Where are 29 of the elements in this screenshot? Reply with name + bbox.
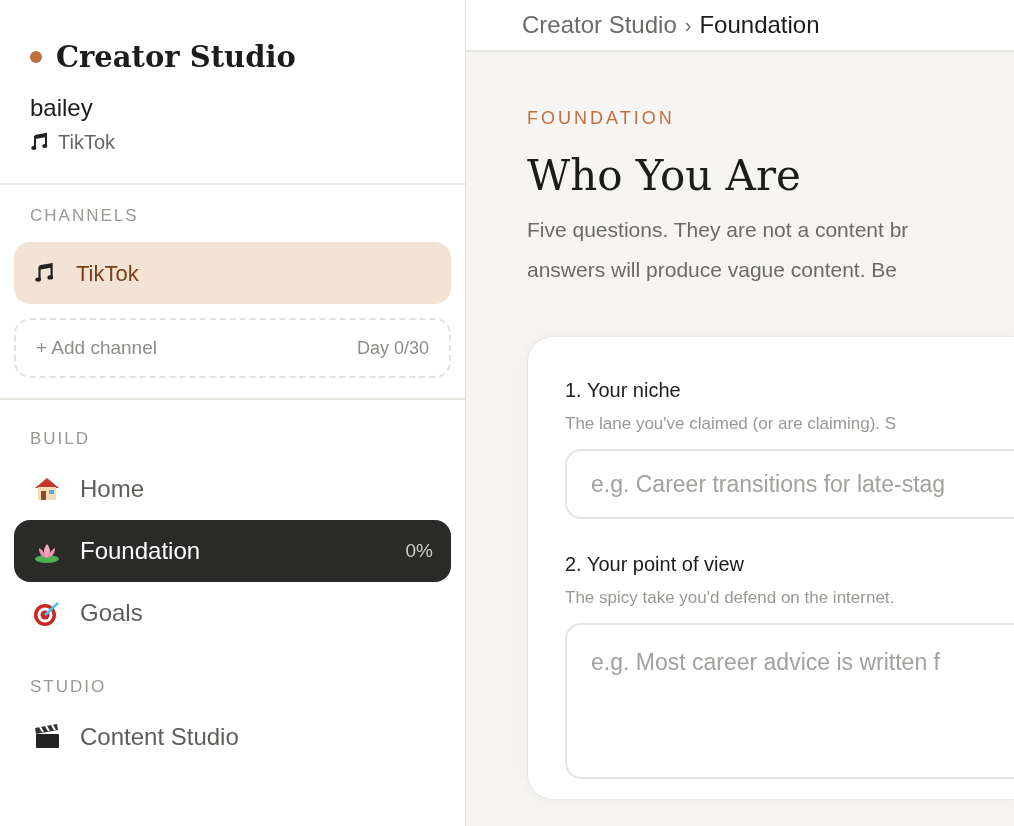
intro-text: Five questions. They are not a content br <box>527 217 910 243</box>
intro-text: answers will produce vague content. Be <box>527 257 899 283</box>
section-heading: STUDIO <box>29 676 108 698</box>
day-counter: Day 0/30 <box>356 336 429 360</box>
question-hint: The lane you've claimed (or are claiming). S <box>565 413 898 435</box>
channel-item[interactable]: TikTok <box>14 242 451 304</box>
question-hint: The spicy take you'd defend on the internet. <box>565 587 896 609</box>
section-heading: BUILD <box>29 428 92 450</box>
add-channel-button[interactable]: + Add channel <box>36 333 157 363</box>
question-label: 2. Your point of view <box>565 552 745 577</box>
progress-percent: 0% <box>405 538 433 563</box>
question-label: 1. Your niche <box>565 378 682 403</box>
nav-item[interactable]: Foundation 0% <box>14 520 451 582</box>
section-heading: CHANNELS <box>29 205 140 227</box>
breadcrumb-separator: › <box>684 13 692 38</box>
section-eyebrow: FOUNDATION <box>527 107 676 130</box>
music-note-icon <box>30 132 50 152</box>
user-name: bailey <box>30 93 94 123</box>
answer-box[interactable]: e.g. Most career advice is written f <box>565 623 1014 779</box>
page-title: Who You Are <box>527 150 802 202</box>
breadcrumb-current: Foundation <box>699 10 820 40</box>
answer-field[interactable]: e.g. Career transitions for late-stag <box>565 449 1014 519</box>
nav-item[interactable]: Content Studio <box>14 706 451 768</box>
user-platform: TikTok <box>58 130 116 155</box>
nav-item[interactable]: Home <box>14 458 451 520</box>
breadcrumb-link[interactable]: Creator Studio <box>522 7 677 43</box>
brand-title: Creator Studio <box>56 39 296 76</box>
music-note-icon <box>34 262 56 284</box>
nav-item[interactable]: Goals <box>14 582 451 644</box>
